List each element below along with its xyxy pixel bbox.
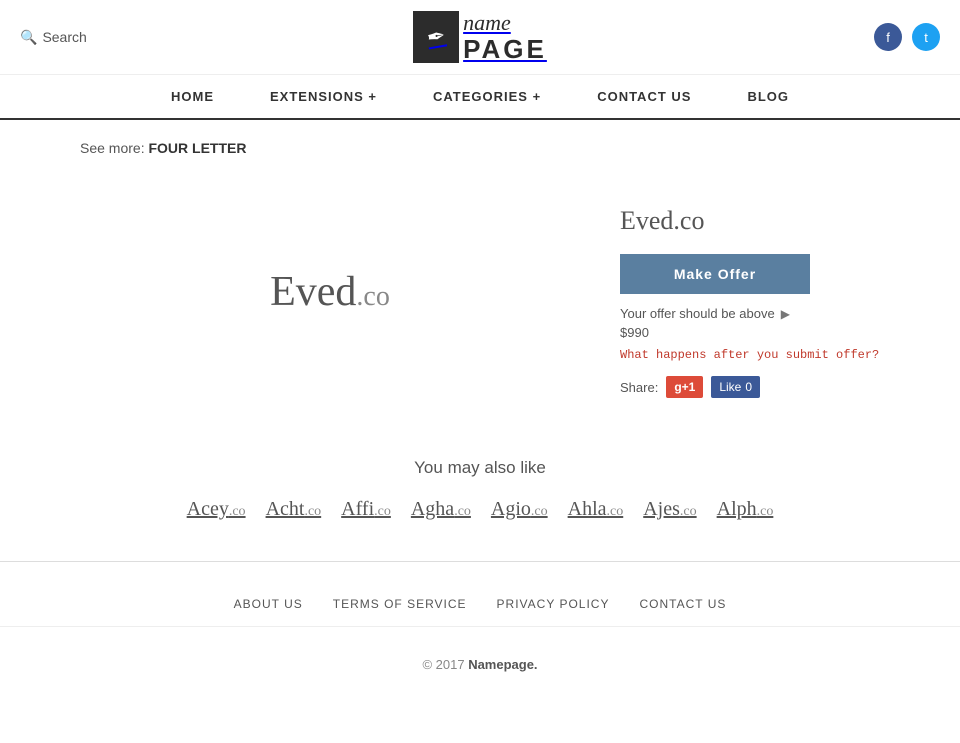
footer-copyright: © 2017 Namepage.	[0, 647, 960, 682]
gplus-button[interactable]: g+1	[666, 376, 703, 398]
logo-container: name PAGE	[140, 11, 820, 64]
domain-name: Agio	[491, 498, 531, 520]
list-item[interactable]: Ahla.co	[568, 498, 624, 521]
footer: ABOUT US TERMS OF SERVICE PRIVACY POLICY…	[0, 562, 960, 702]
breadcrumb-link[interactable]: FOUR LETTER	[148, 140, 246, 156]
search-button[interactable]: 🔍 Search	[20, 29, 140, 46]
domain-name: Acey	[187, 498, 229, 520]
logo-icon	[413, 11, 459, 63]
share-label: Share:	[620, 380, 658, 395]
header: 🔍 Search name PAGE f t	[0, 0, 960, 75]
fb-like-label: Like	[719, 380, 741, 394]
what-happens-link[interactable]: What happens after you submit offer?	[620, 348, 880, 362]
list-item[interactable]: Acht.co	[266, 498, 322, 521]
offer-hint-text: Your offer should be above	[620, 306, 775, 321]
copyright-year: © 2017	[422, 657, 464, 672]
twitter-link[interactable]: t	[912, 23, 940, 51]
domain-name: Ahla	[568, 498, 607, 520]
fb-like-button[interactable]: Like 0	[711, 376, 760, 398]
domain-ext: .co	[374, 504, 391, 519]
breadcrumb-prefix: See more:	[80, 140, 145, 156]
domain-name: Acht	[266, 498, 305, 520]
also-like-title: You may also like	[80, 458, 880, 478]
list-item[interactable]: Alph.co	[717, 498, 774, 521]
nav-item-blog[interactable]: BLOG	[719, 75, 817, 118]
domain-ext: .co	[607, 504, 624, 519]
main-content: Eved.co Eved.co Make Offer Your offer sh…	[0, 176, 960, 438]
footer-link-contact[interactable]: CONTACT US	[639, 597, 726, 611]
domain-ext: .co	[757, 504, 774, 519]
facebook-icon: f	[886, 30, 890, 45]
footer-link-about[interactable]: ABOUT US	[234, 597, 303, 611]
domain-preview-ext: .co	[356, 281, 389, 312]
domain-ext: .co	[229, 504, 246, 519]
offer-amount: $990	[620, 325, 880, 340]
domain-ext: .co	[454, 504, 471, 519]
main-nav: HOME EXTENSIONS + CATEGORIES + CONTACT U…	[0, 75, 960, 120]
domain-name: Agha	[411, 498, 454, 520]
nav-item-extensions[interactable]: EXTENSIONS +	[242, 75, 405, 118]
search-icon: 🔍	[20, 29, 37, 46]
list-item[interactable]: Acey.co	[187, 498, 246, 521]
nav-item-home[interactable]: HOME	[143, 75, 242, 118]
list-item[interactable]: Affi.co	[341, 498, 391, 521]
domain-name: Ajes	[643, 498, 680, 520]
twitter-icon: t	[924, 30, 928, 45]
fb-like-count: 0	[745, 380, 752, 394]
footer-link-terms[interactable]: TERMS OF SERVICE	[333, 597, 467, 611]
domain-name: Alph	[717, 498, 757, 520]
list-item[interactable]: Ajes.co	[643, 498, 696, 521]
logo-text: name PAGE	[463, 11, 547, 64]
logo-name-text: name	[463, 11, 547, 35]
domain-title: Eved.co	[620, 206, 880, 236]
make-offer-button[interactable]: Make Offer	[620, 254, 810, 294]
footer-links: ABOUT US TERMS OF SERVICE PRIVACY POLICY…	[0, 582, 960, 627]
social-links: f t	[820, 23, 940, 51]
domain-preview-name: Eved	[270, 269, 356, 315]
also-like-grid: Acey.co Acht.co Affi.co Agha.co Agio.co …	[80, 498, 880, 521]
logo-page-text: PAGE	[463, 35, 547, 64]
domain-ext: .co	[531, 504, 548, 519]
facebook-link[interactable]: f	[874, 23, 902, 51]
offer-hint: Your offer should be above ▶	[620, 306, 880, 321]
footer-brand: Namepage.	[468, 657, 537, 672]
list-item[interactable]: Agio.co	[491, 498, 548, 521]
nav-item-contact[interactable]: CONTACT US	[569, 75, 719, 118]
domain-preview-area: Eved.co	[80, 186, 580, 398]
domain-ext: .co	[304, 504, 321, 519]
share-row: Share: g+1 Like 0	[620, 376, 880, 398]
search-label: Search	[42, 29, 86, 45]
breadcrumb: See more: FOUR LETTER	[0, 120, 960, 176]
domain-preview-logo: Eved.co	[270, 268, 390, 316]
domain-name: Affi	[341, 498, 374, 520]
arrow-icon: ▶	[781, 307, 790, 321]
domain-ext: .co	[680, 504, 697, 519]
footer-link-privacy[interactable]: PRIVACY POLICY	[497, 597, 610, 611]
nav-item-categories[interactable]: CATEGORIES +	[405, 75, 569, 118]
list-item[interactable]: Agha.co	[411, 498, 471, 521]
logo-link[interactable]: name PAGE	[413, 11, 547, 64]
also-like-section: You may also like Acey.co Acht.co Affi.c…	[0, 438, 960, 561]
domain-info-area: Eved.co Make Offer Your offer should be …	[620, 186, 880, 398]
